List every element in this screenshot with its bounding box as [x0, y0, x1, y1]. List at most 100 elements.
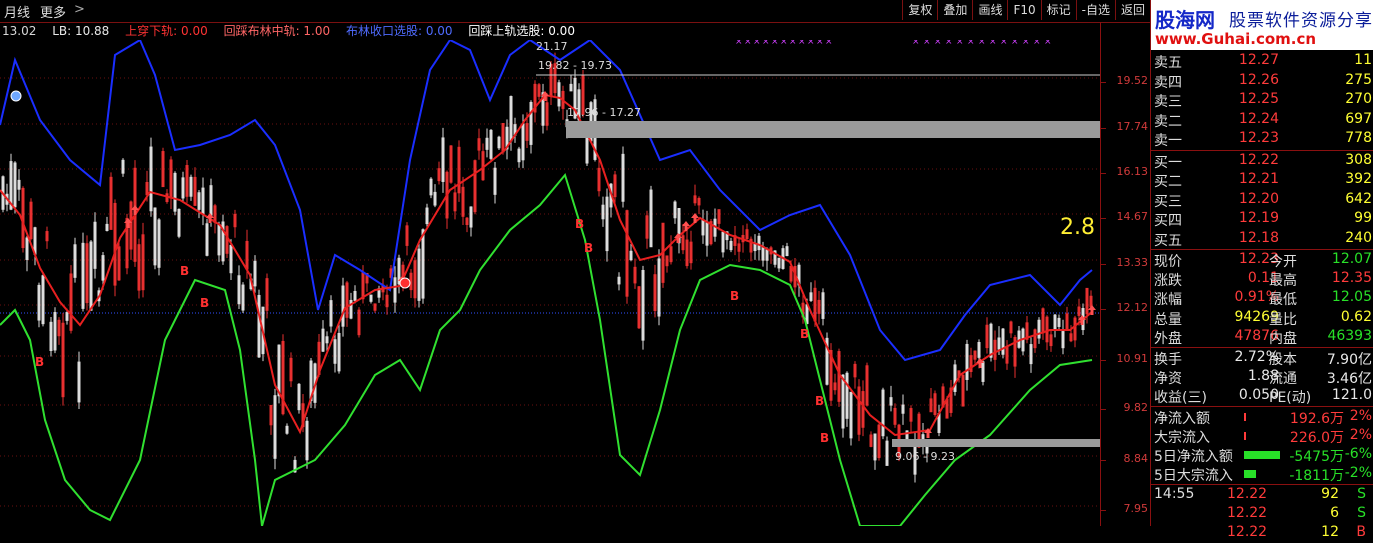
signal-dot-icon: ×: [798, 40, 806, 47]
signal-dot-icon: ×: [923, 40, 931, 47]
fund-label-2: 股本: [1269, 352, 1297, 368]
indicator-boll-mid: 回踩布林中轨: 1.00: [223, 24, 331, 38]
quote-label-2: 量比: [1269, 311, 1297, 328]
draw-line-button[interactable]: 画线: [972, 0, 1007, 20]
mark-button[interactable]: 标记: [1040, 0, 1076, 20]
bid-row: 买二 12.21 392: [1151, 171, 1373, 190]
indicator-value: 13.02: [2, 24, 37, 38]
axis-tick: [1101, 264, 1106, 265]
candle-body: [41, 275, 45, 325]
bid-volume: 240: [1345, 229, 1372, 246]
axis-tick: [1101, 309, 1106, 310]
axis-tick-label: 17.74: [1116, 120, 1149, 133]
flow-row: 大宗流入 226.0万 2%: [1151, 427, 1373, 446]
indicator-boll-squeeze: 布林收口选股: 0.00: [345, 24, 453, 38]
ask-price: 12.27: [1238, 52, 1279, 68]
buy-marker: B: [200, 296, 209, 310]
flow-value: -1811万: [1289, 468, 1344, 484]
axis-tick: [1101, 409, 1106, 410]
quote-value-2: 12.05: [1331, 289, 1372, 306]
bid-price: 12.19: [1238, 210, 1279, 226]
candle-body: [673, 201, 677, 219]
candle-body: [105, 223, 109, 231]
candle-body: [89, 241, 93, 311]
flow-label: 大宗流入: [1154, 430, 1210, 446]
candle-body: [121, 159, 125, 174]
blue-dot-icon: [10, 90, 22, 102]
ask-volume: 778: [1345, 130, 1372, 146]
ask-label: 卖一: [1154, 133, 1182, 149]
candle-body: [277, 344, 281, 397]
period-selector[interactable]: 月线: [4, 2, 30, 21]
bid-row: 买三 12.20 642: [1151, 191, 1373, 210]
remove-watchlist-button[interactable]: -自选: [1075, 0, 1115, 20]
candle-body: [1029, 344, 1033, 365]
more-arrow-icon[interactable]: >: [74, 2, 85, 17]
buy-marker: B: [815, 394, 824, 408]
quote-panel: 股海网 股票软件资源分享 www.Guhai.com.cn 卖五 12.27 1…: [1150, 0, 1373, 540]
bid-label: 买一: [1154, 154, 1182, 171]
fuquan-button[interactable]: 复权: [902, 0, 937, 20]
candle-body: [989, 323, 993, 358]
candle-body: [529, 101, 533, 145]
tick-side: B: [1356, 524, 1366, 540]
quote-value-2: 12.35: [1331, 270, 1372, 287]
ask-row: 卖四 12.26 275: [1151, 72, 1373, 91]
bid-price: 12.22: [1238, 151, 1279, 168]
signal-dot-icon: ×: [1011, 40, 1019, 47]
flow-value: -5475万: [1289, 449, 1344, 465]
candle-body: [93, 221, 97, 269]
signal-dot-icon: ×: [753, 40, 761, 47]
axis-tick: [1101, 128, 1106, 129]
flow-label: 净流入额: [1154, 411, 1210, 427]
price-zones: [536, 74, 1100, 447]
candle-body: [765, 248, 769, 261]
candle-body: [189, 176, 193, 197]
candle-body: [601, 204, 605, 220]
back-button[interactable]: 返回: [1114, 0, 1150, 20]
candle-body: [965, 343, 969, 380]
candle-body: [369, 294, 373, 302]
candle-body: [621, 153, 625, 202]
signal-dot-icon: ×: [789, 40, 797, 47]
indicator-lb: LB: 10.88: [52, 24, 110, 38]
ask-row: 卖二 12.24 697: [1151, 111, 1373, 130]
panel-divider: [1151, 149, 1373, 151]
candle-body: [241, 284, 245, 311]
flow-pct: 2%: [1349, 427, 1372, 443]
f10-button[interactable]: F10: [1007, 0, 1040, 20]
candle-body: [873, 433, 877, 461]
signal-dot-icon: ×: [945, 40, 953, 47]
bid-volume: 99: [1354, 210, 1372, 226]
overlay-button[interactable]: 叠加: [937, 0, 972, 20]
quote-label-2: 今开: [1269, 254, 1297, 270]
candle-body: [657, 258, 661, 317]
candle-body: [701, 219, 705, 236]
fundamentals-row: 收益(三) 0.050 PE(动) 121.0: [1151, 387, 1373, 406]
fund-label: 换手: [1154, 352, 1182, 368]
candle-body: [605, 196, 609, 252]
candle-body: [149, 146, 153, 212]
candle-body: [441, 137, 445, 182]
ask-label: 卖二: [1154, 113, 1182, 130]
signal-dot-icon: ×: [771, 40, 779, 47]
candle-body: [777, 257, 781, 269]
bid-volume: 308: [1345, 151, 1372, 168]
candle-body: [417, 248, 421, 301]
price-chart[interactable]: BBBBBBBBB× × × × × × × × × × × × × × × × × × × × × × × × 21.17 …: [0, 40, 1100, 526]
candle-body: [329, 300, 333, 327]
more-menu[interactable]: 更多: [40, 2, 66, 21]
candle-body: [177, 208, 181, 237]
candle-body: [721, 231, 725, 253]
candle-body: [809, 292, 813, 301]
flow-row: 5日大宗流入 -1811万 -2%: [1151, 465, 1373, 484]
candle-body: [1053, 314, 1057, 331]
candle-body: [101, 255, 105, 281]
fund-label: 净资: [1154, 371, 1182, 387]
axis-tick: [1101, 510, 1106, 511]
bid-row: 买五 12.18 240: [1151, 230, 1373, 249]
bid-row: 买四 12.19 99: [1151, 210, 1373, 229]
candle-body: [421, 229, 425, 299]
bid-label: 买五: [1154, 232, 1182, 249]
flow-pct: -6%: [1344, 446, 1372, 462]
